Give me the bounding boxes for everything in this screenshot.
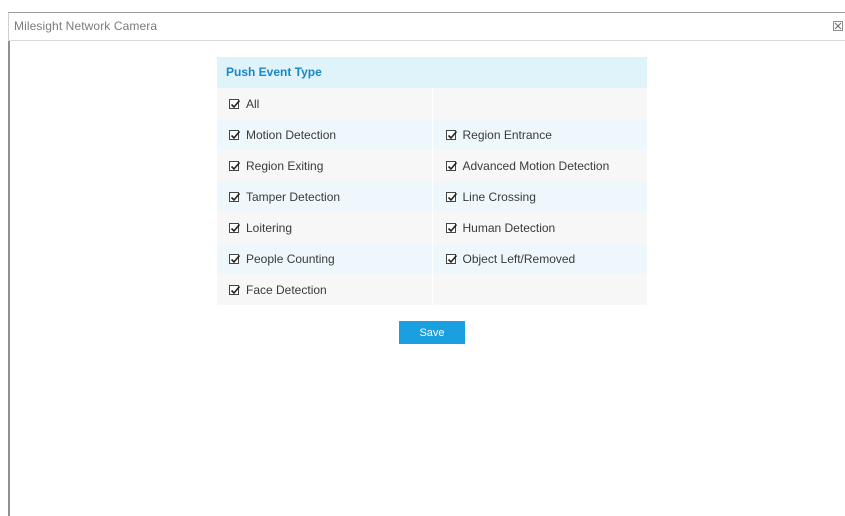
checkmark-icon xyxy=(447,223,457,232)
checkbox[interactable] xyxy=(229,191,241,202)
right-cell xyxy=(432,274,647,305)
event-option[interactable]: Advanced Motion Detection xyxy=(432,150,647,181)
checkmark-icon xyxy=(230,223,241,232)
checkmark-icon xyxy=(447,254,457,263)
checkmark-icon xyxy=(230,254,241,263)
table-row: Region Exiting Advanced Motion Detection xyxy=(217,150,647,181)
table-row: Loitering Human Detection xyxy=(217,212,647,243)
window-border xyxy=(8,41,10,516)
checkmark-icon xyxy=(447,130,457,139)
checkbox-label: Region Entrance xyxy=(462,127,552,142)
checkbox-label: Advanced Motion Detection xyxy=(462,158,610,173)
checkbox-label: People Counting xyxy=(246,251,335,266)
checkbox-label: Motion Detection xyxy=(246,127,337,142)
checkbox[interactable] xyxy=(445,253,457,264)
checkbox[interactable] xyxy=(445,191,457,202)
event-option[interactable]: Tamper Detection xyxy=(217,181,432,212)
event-option[interactable]: Object Left/Removed xyxy=(433,243,648,274)
checkbox[interactable] xyxy=(229,284,241,295)
table-row: People Counting Object Left/Removed xyxy=(217,243,647,274)
title-bar: Milesight Network Camera xyxy=(8,12,845,41)
event-option[interactable]: Region Exiting xyxy=(217,150,432,181)
event-option[interactable]: Face Detection xyxy=(217,274,432,305)
checkbox[interactable] xyxy=(229,253,241,264)
save-button[interactable]: Save xyxy=(399,321,465,344)
checkmark-icon xyxy=(230,99,241,108)
checkbox-label: Tamper Detection xyxy=(246,189,341,204)
checkbox[interactable] xyxy=(445,222,457,233)
checkbox-label: Line Crossing xyxy=(462,189,536,204)
table-row: Tamper Detection Line Crossing xyxy=(217,181,647,212)
dialog-window: Milesight Network Camera Push Event Type… xyxy=(0,0,845,516)
checkbox[interactable] xyxy=(229,98,241,109)
checkbox-label: Face Detection xyxy=(246,282,327,297)
event-option[interactable]: People Counting xyxy=(217,243,432,274)
event-option[interactable]: Line Crossing xyxy=(433,181,648,212)
checkbox-label: Object Left/Removed xyxy=(462,251,576,266)
event-type-list: All Motion Detection Region Entrance Region… xyxy=(217,88,647,305)
table-row: Face Detection xyxy=(217,274,647,305)
event-option[interactable]: Motion Detection xyxy=(217,119,432,150)
event-option[interactable]: All xyxy=(217,88,432,119)
checkmark-icon xyxy=(447,161,457,170)
checkbox-label: Loitering xyxy=(246,220,293,235)
event-option[interactable]: Loitering xyxy=(217,212,432,243)
event-option[interactable]: Region Entrance xyxy=(433,119,648,150)
checkmark-icon xyxy=(230,192,241,201)
window-title: Milesight Network Camera xyxy=(14,19,158,33)
checkmark-icon xyxy=(230,161,241,170)
close-icon[interactable] xyxy=(833,21,843,31)
checkbox[interactable] xyxy=(445,160,457,171)
checkmark-icon xyxy=(230,285,241,294)
checkbox[interactable] xyxy=(229,160,241,171)
checkbox[interactable] xyxy=(229,129,241,140)
checkbox-label: Region Exiting xyxy=(246,158,324,173)
checkbox[interactable] xyxy=(229,222,241,233)
table-row: Motion Detection Region Entrance xyxy=(217,119,647,150)
checkbox[interactable] xyxy=(445,129,457,140)
panel-header: Push Event Type xyxy=(217,57,647,88)
push-event-type-panel: Push Event Type All Motion Detection Regio… xyxy=(217,57,647,305)
checkmark-icon xyxy=(230,130,241,139)
event-option[interactable]: Human Detection xyxy=(432,212,647,243)
checkbox-label: All xyxy=(246,96,260,111)
right-cell xyxy=(432,88,647,119)
table-row: All xyxy=(217,88,647,119)
checkmark-icon xyxy=(447,192,457,201)
checkbox-label: Human Detection xyxy=(462,220,556,235)
